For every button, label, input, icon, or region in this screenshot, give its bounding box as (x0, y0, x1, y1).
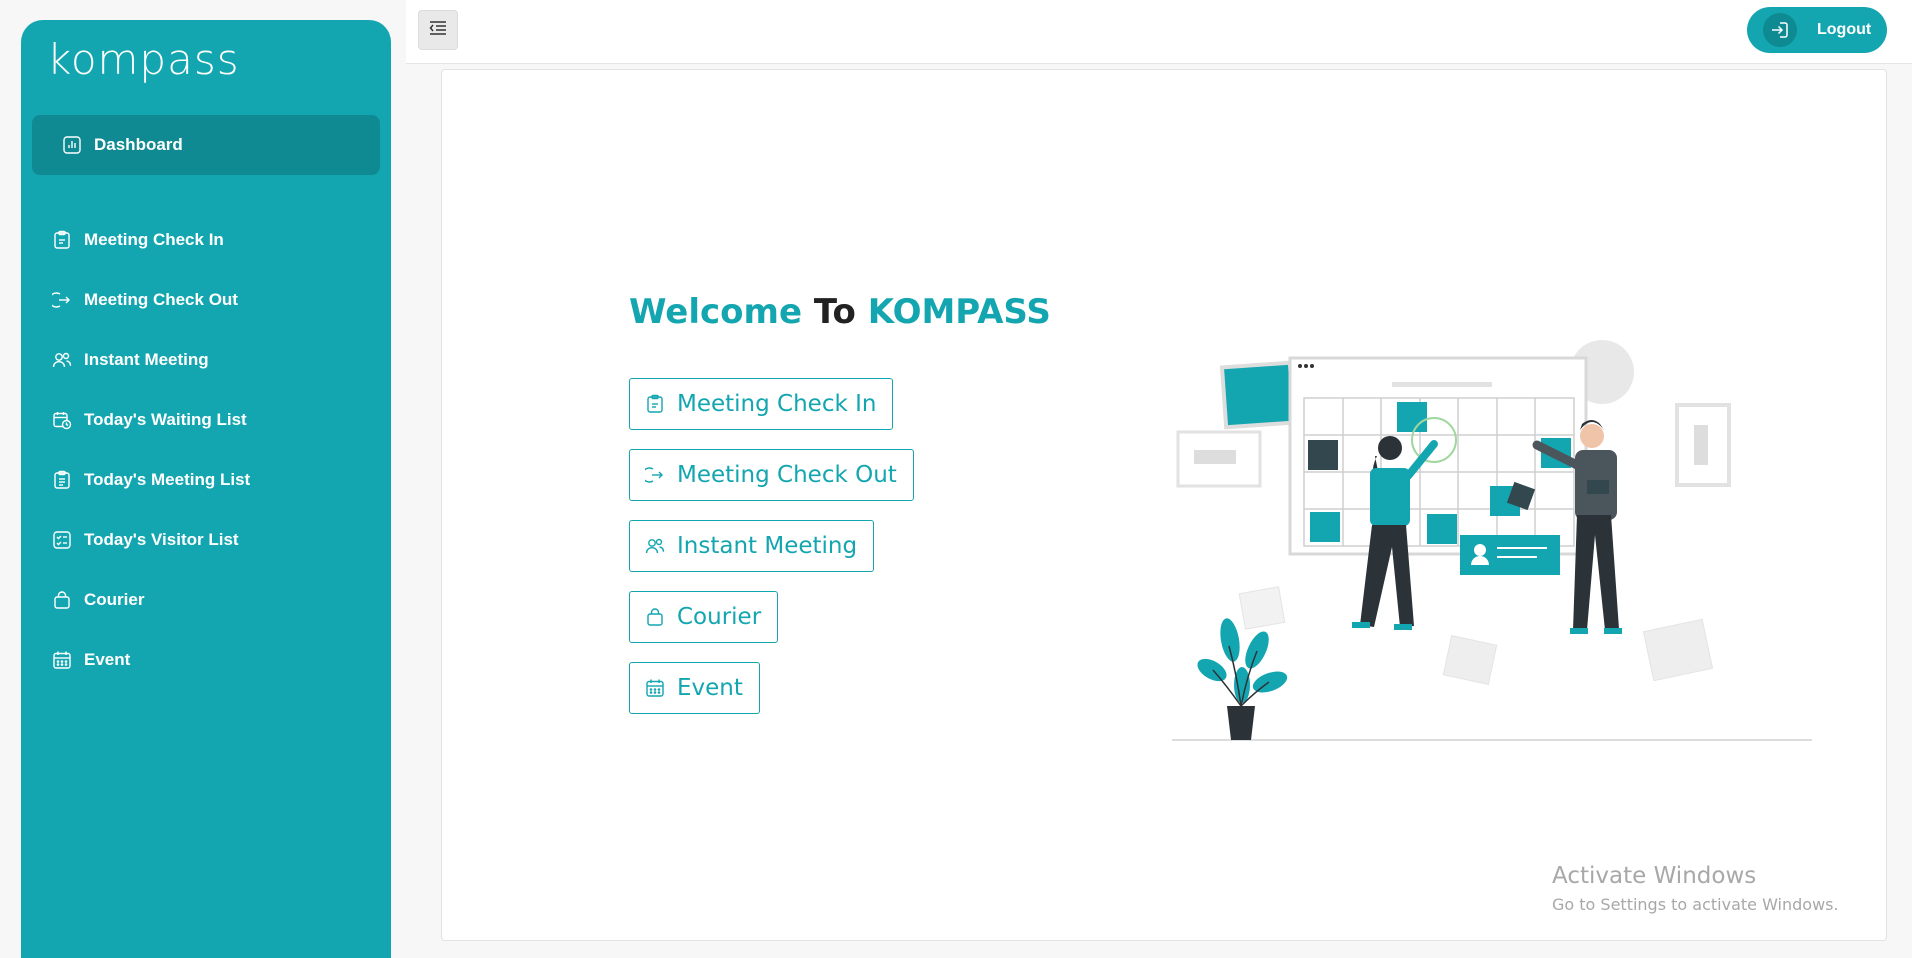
instant-meeting-button[interactable]: Instant Meeting (629, 520, 875, 572)
quick-actions: Meeting Check In Meeting Check Out Insta… (629, 378, 914, 733)
sidebar-item-label: Event (84, 650, 131, 669)
sidebar-item-meeting-check-in[interactable]: Meeting Check In (52, 210, 250, 270)
button-label: Meeting Check In (677, 391, 877, 417)
sidebar-item-label: Meeting Check In (84, 230, 224, 249)
sidebar-item-label: Today's Visitor List (84, 530, 239, 549)
sidebar-item-label: Courier (84, 590, 145, 609)
watermark-subtitle: Go to Settings to activate Windows. (1552, 895, 1839, 914)
sidebar-item-courier[interactable]: Courier (52, 570, 250, 630)
dashboard-icon (62, 135, 82, 155)
sidebar: kompass Dashboard Meeting Check In Meeti… (21, 20, 391, 958)
sidebar-item-label: Today's Waiting List (84, 410, 247, 429)
logout-button[interactable]: Logout (1747, 7, 1887, 53)
sidebar-item-meeting-check-out[interactable]: Meeting Check Out (52, 270, 250, 330)
sidebar-item-visitor-list[interactable]: Today's Visitor List (52, 510, 250, 570)
sidebar-nav: Meeting Check In Meeting Check Out Insta… (52, 210, 250, 690)
welcome-word: Welcome (629, 292, 803, 332)
sidebar-item-dashboard[interactable]: Dashboard (32, 115, 380, 175)
sidebar-item-instant-meeting[interactable]: Instant Meeting (52, 330, 250, 390)
clipboard-icon (52, 230, 72, 250)
sidebar-item-label: Instant Meeting (84, 350, 209, 369)
exit-arrow-icon (52, 290, 72, 310)
welcome-brand: KOMPASS (867, 292, 1051, 332)
kompass-logo[interactable]: kompass (47, 34, 240, 84)
clipboard-list-icon (52, 470, 72, 490)
sidebar-item-waiting-list[interactable]: Today's Waiting List (52, 390, 250, 450)
watermark-title: Activate Windows (1552, 863, 1757, 889)
event-button[interactable]: Event (629, 662, 760, 714)
logo-text: kompass (47, 34, 240, 84)
logout-label: Logout (1817, 21, 1872, 38)
login-arrow-icon (1763, 13, 1797, 47)
sidebar-item-event[interactable]: Event (52, 630, 250, 690)
top-bar: Logout (406, 0, 1912, 64)
calendar-icon (645, 678, 665, 698)
meeting-check-in-button[interactable]: Meeting Check In (629, 378, 894, 430)
main-content: Welcome To KOMPASS Meeting Check In Meet… (441, 69, 1887, 941)
welcome-to: To (813, 292, 856, 332)
welcome-heading: Welcome To KOMPASS (629, 292, 1051, 332)
clipboard-icon (645, 394, 665, 414)
calendar-icon (52, 650, 72, 670)
button-label: Meeting Check Out (677, 462, 897, 488)
sidebar-item-label: Today's Meeting List (84, 470, 251, 489)
windows-activation-watermark: Activate Windows Go to Settings to activ… (1552, 863, 1839, 914)
bag-icon (52, 590, 72, 610)
sidebar-toggle-button[interactable] (418, 10, 458, 50)
courier-button[interactable]: Courier (629, 591, 779, 643)
sidebar-item-meeting-list[interactable]: Today's Meeting List (52, 450, 250, 510)
menu-indent-icon (429, 20, 447, 41)
exit-arrow-icon (645, 465, 665, 485)
meeting-check-out-button[interactable]: Meeting Check Out (629, 449, 914, 501)
button-label: Instant Meeting (677, 533, 858, 559)
checklist-icon (52, 530, 72, 550)
users-icon (645, 536, 665, 556)
sidebar-item-label: Meeting Check Out (84, 290, 238, 309)
users-icon (52, 350, 72, 370)
bag-icon (645, 607, 665, 627)
button-label: Event (677, 675, 743, 701)
calendar-clock-icon (52, 410, 72, 430)
sidebar-item-label: Dashboard (94, 135, 183, 154)
button-label: Courier (677, 604, 762, 630)
calendar-planning-illustration (1172, 340, 1812, 741)
